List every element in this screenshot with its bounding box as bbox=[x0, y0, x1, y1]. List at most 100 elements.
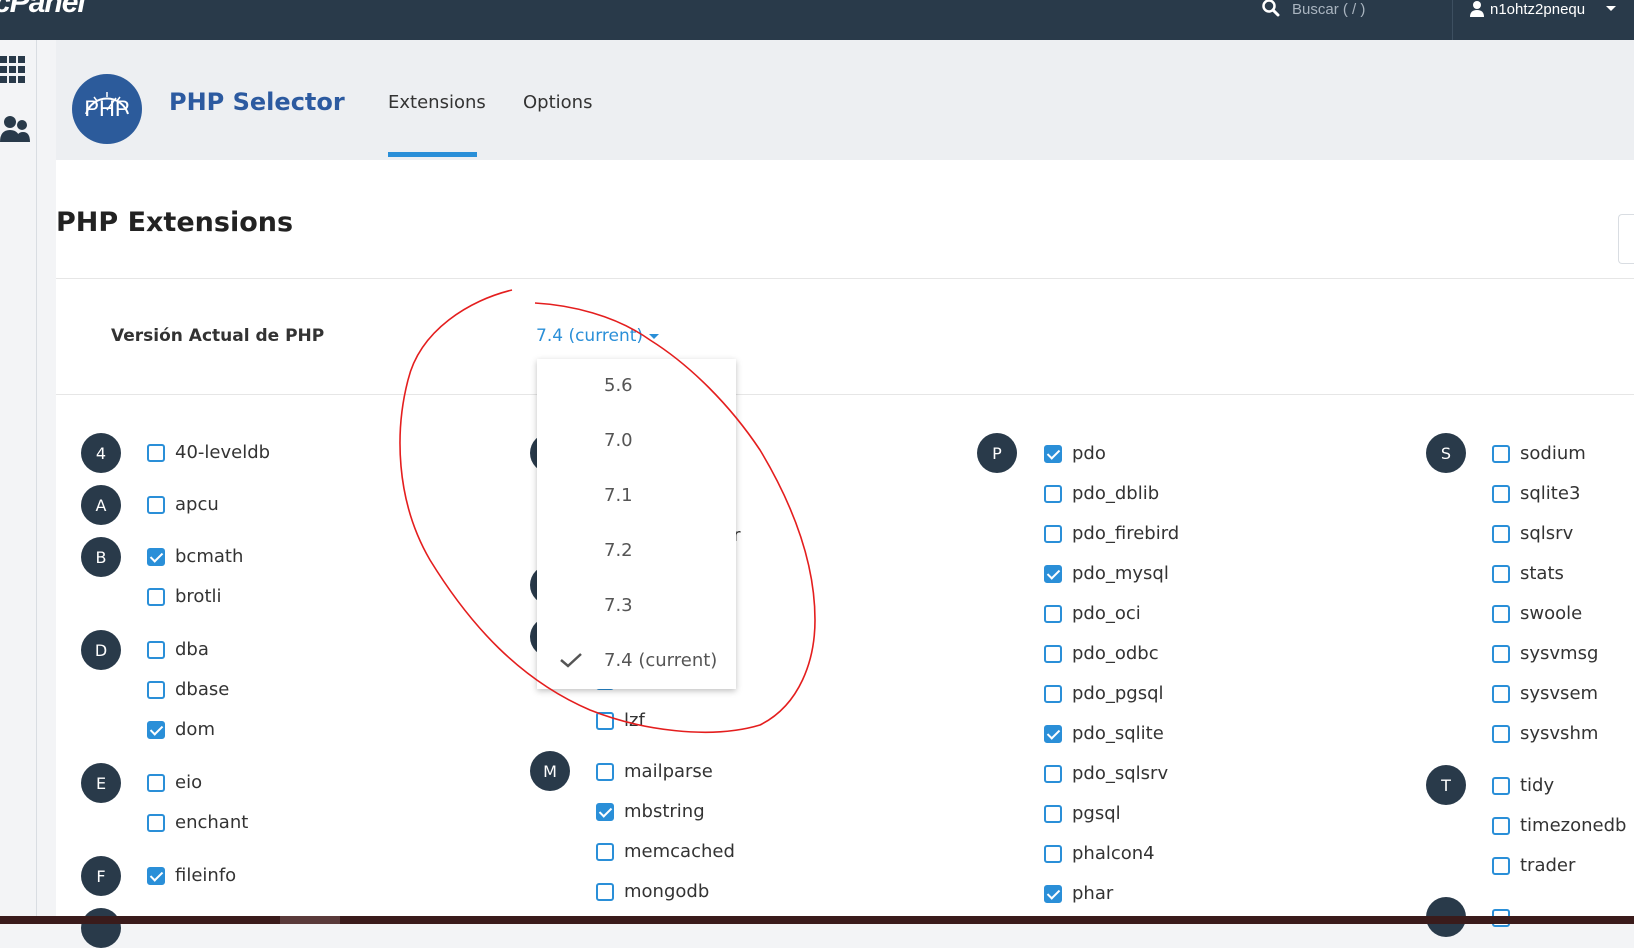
letter-badge: 4 bbox=[81, 433, 121, 473]
ext-label: sysvsem bbox=[1520, 683, 1599, 704]
ext-label: pdo bbox=[1072, 443, 1106, 464]
ext-checkbox[interactable] bbox=[1044, 565, 1062, 583]
user-icon bbox=[1470, 1, 1484, 17]
tab-options[interactable]: Options bbox=[523, 92, 592, 113]
version-dropdown-menu: 5.6 7.0 7.1 7.2 7.3 7.4 (current) bbox=[537, 359, 736, 689]
ext-checkbox[interactable] bbox=[1492, 485, 1510, 503]
version-option[interactable]: 7.0 bbox=[537, 414, 736, 466]
version-option-selected[interactable]: 7.4 (current) bbox=[537, 634, 736, 686]
ext-checkbox[interactable] bbox=[147, 774, 165, 792]
ext-label: sysvshm bbox=[1520, 723, 1599, 744]
ext-checkbox[interactable] bbox=[147, 681, 165, 699]
letter-badge: A bbox=[81, 485, 121, 525]
ext-checkbox[interactable] bbox=[1492, 565, 1510, 583]
ext-label: enchant bbox=[175, 812, 249, 833]
ext-label: eio bbox=[175, 772, 203, 793]
ext-label: tidy bbox=[1520, 775, 1555, 796]
ext-label: memcached bbox=[624, 841, 735, 862]
user-menu[interactable]: n1ohtz2pnequ bbox=[1470, 0, 1617, 18]
version-label: Versión Actual de PHP bbox=[111, 326, 325, 346]
ext-checkbox[interactable] bbox=[1492, 525, 1510, 543]
ext-checkbox[interactable] bbox=[1492, 645, 1510, 663]
ext-label: apcu bbox=[175, 494, 219, 515]
ext-checkbox[interactable] bbox=[147, 588, 165, 606]
version-select[interactable]: 7.4 (current) bbox=[536, 326, 660, 346]
ext-checkbox[interactable] bbox=[1492, 605, 1510, 623]
ext-label: bcmath bbox=[175, 546, 244, 567]
ext-checkbox[interactable] bbox=[1492, 725, 1510, 743]
tab-extensions[interactable]: Extensions bbox=[388, 92, 486, 113]
letter-badge: B bbox=[81, 537, 121, 577]
ext-checkbox[interactable] bbox=[1044, 485, 1062, 503]
users-icon[interactable] bbox=[0, 114, 30, 144]
topbar-divider bbox=[1452, 0, 1453, 40]
ext-label: pgsql bbox=[1072, 803, 1121, 824]
ext-checkbox[interactable] bbox=[1044, 445, 1062, 463]
ext-checkbox[interactable] bbox=[1044, 845, 1062, 863]
ext-label: pdo_mysql bbox=[1072, 563, 1169, 584]
ext-checkbox[interactable] bbox=[596, 712, 614, 730]
version-option[interactable]: 5.6 bbox=[537, 359, 736, 411]
ext-checkbox[interactable] bbox=[1492, 777, 1510, 795]
ext-checkbox[interactable] bbox=[1492, 445, 1510, 463]
ext-checkbox[interactable] bbox=[596, 883, 614, 901]
ext-checkbox[interactable] bbox=[1044, 685, 1062, 703]
letter-badge: D bbox=[81, 630, 121, 670]
ext-checkbox[interactable] bbox=[1044, 765, 1062, 783]
ext-checkbox[interactable] bbox=[147, 444, 165, 462]
ext-checkbox[interactable] bbox=[596, 843, 614, 861]
ext-checkbox[interactable] bbox=[147, 814, 165, 832]
ext-checkbox[interactable] bbox=[147, 641, 165, 659]
letter-badge bbox=[81, 908, 121, 948]
ext-checkbox[interactable] bbox=[1492, 685, 1510, 703]
ext-checkbox[interactable] bbox=[1492, 857, 1510, 875]
ext-label: 40-leveldb bbox=[175, 442, 271, 463]
letter-badge: M bbox=[530, 751, 570, 791]
caret-down-icon bbox=[649, 333, 660, 339]
ext-label: trader bbox=[1520, 855, 1576, 876]
ext-label: pdo_odbc bbox=[1072, 643, 1159, 664]
left-sidebar bbox=[0, 40, 37, 924]
ext-checkbox[interactable] bbox=[147, 867, 165, 885]
ext-checkbox[interactable] bbox=[596, 763, 614, 781]
ext-checkbox[interactable] bbox=[147, 496, 165, 514]
ext-checkbox[interactable] bbox=[147, 721, 165, 739]
search-icon[interactable] bbox=[1262, 0, 1280, 18]
ext-checkbox[interactable] bbox=[1044, 725, 1062, 743]
ext-checkbox[interactable] bbox=[1044, 885, 1062, 903]
ext-label: lzf bbox=[624, 710, 645, 731]
ext-label: phalcon4 bbox=[1072, 843, 1155, 864]
app-title: PHP Selector bbox=[169, 88, 345, 116]
ext-label: sysvmsg bbox=[1520, 643, 1599, 664]
ext-label: sodium bbox=[1520, 443, 1586, 464]
page-title: PHP Extensions bbox=[56, 207, 294, 238]
ext-label: stats bbox=[1520, 563, 1564, 584]
version-value: 7.4 (current) bbox=[536, 326, 644, 346]
ext-checkbox[interactable] bbox=[1044, 805, 1062, 823]
letter-badge: P bbox=[977, 433, 1017, 473]
checkmark-icon bbox=[560, 653, 582, 668]
ext-checkbox[interactable] bbox=[596, 803, 614, 821]
main-panel bbox=[56, 160, 1634, 924]
ext-checkbox[interactable] bbox=[1044, 645, 1062, 663]
ext-label: sqlsrv bbox=[1520, 523, 1574, 544]
divider bbox=[56, 394, 1634, 395]
ext-checkbox[interactable] bbox=[1492, 817, 1510, 835]
ext-label: swoole bbox=[1520, 603, 1583, 624]
ext-checkbox[interactable] bbox=[147, 548, 165, 566]
edge-button[interactable] bbox=[1618, 214, 1634, 264]
ext-label: mbstring bbox=[624, 801, 705, 822]
ext-label: brotli bbox=[175, 586, 222, 607]
letter-badge: S bbox=[1426, 433, 1466, 473]
version-option[interactable]: 7.2 bbox=[537, 524, 736, 576]
ext-checkbox[interactable] bbox=[1044, 605, 1062, 623]
search-input[interactable] bbox=[1292, 0, 1412, 18]
cpanel-logo[interactable]: cPanel bbox=[0, 0, 86, 20]
ext-label: fileinfo bbox=[175, 865, 237, 886]
apps-grid-icon[interactable] bbox=[0, 56, 26, 86]
version-option[interactable]: 7.3 bbox=[537, 579, 736, 631]
taskbar-item[interactable] bbox=[280, 916, 340, 924]
ext-checkbox[interactable] bbox=[1044, 525, 1062, 543]
letter-badge: E bbox=[81, 763, 121, 803]
version-option[interactable]: 7.1 bbox=[537, 469, 736, 521]
